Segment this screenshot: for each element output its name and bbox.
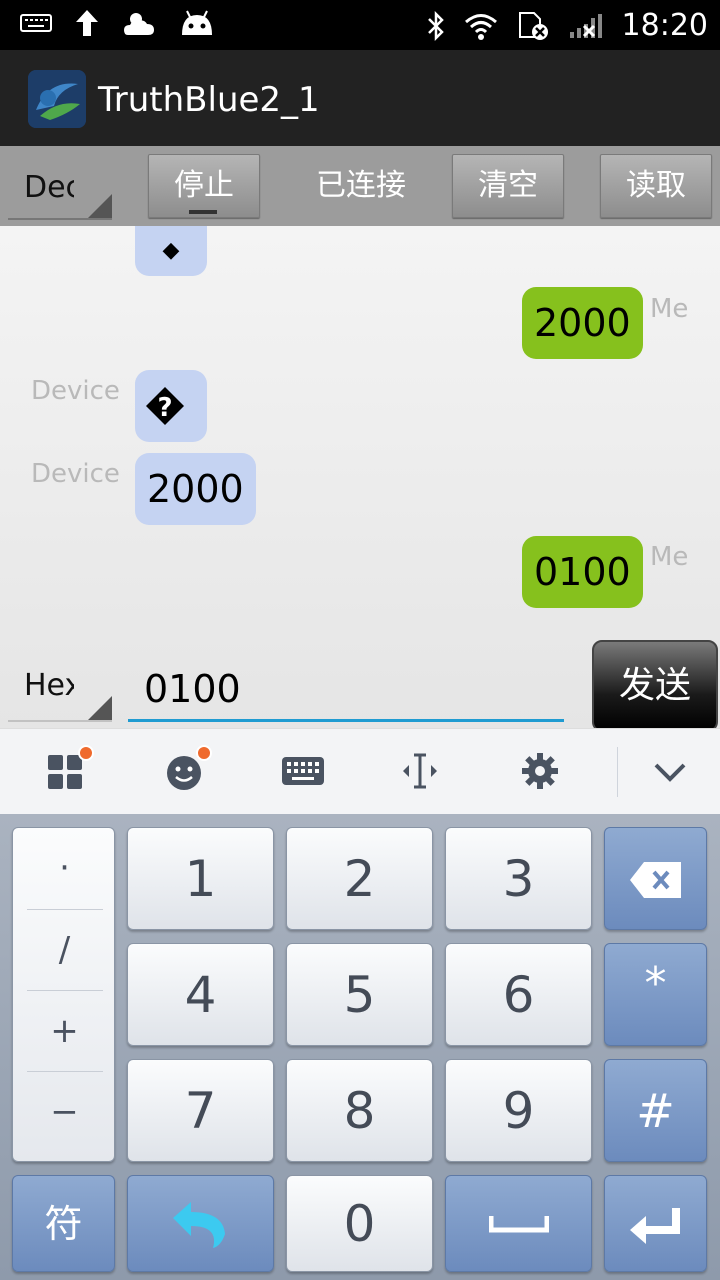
read-button[interactable]: 读取: [600, 154, 712, 218]
message-bubble-me: 2000: [522, 287, 643, 359]
clear-button[interactable]: 清空: [452, 154, 564, 218]
message-bubble-me: 0100: [522, 536, 643, 608]
space-icon: [488, 1216, 549, 1233]
mode-spinner[interactable]: Dec: [0, 146, 112, 220]
symbols-key[interactable]: 符: [12, 1175, 115, 1272]
key-star[interactable]: *: [604, 943, 707, 1046]
upload-icon: [74, 8, 100, 38]
format-spinner[interactable]: Hex: [0, 646, 112, 722]
divider: [617, 747, 618, 797]
notification-dot: [78, 745, 94, 761]
message-bubble-device: ?: [135, 370, 207, 442]
key-3[interactable]: 3: [445, 827, 592, 930]
unknown-char-icon: ?: [146, 387, 184, 425]
numeric-keyboard: · / + − 1 2 3 4 5 6 * 7 8 9 # 符 0: [0, 814, 720, 1280]
undo-key[interactable]: [127, 1175, 274, 1272]
toolbar: Dec 停止 已连接 清空 读取: [0, 146, 720, 226]
app-logo-icon: [28, 70, 86, 128]
wifi-icon: [464, 12, 498, 40]
notification-dot: [196, 745, 212, 761]
dropdown-arrow-icon: [86, 696, 112, 722]
input-row: Hex 发送: [0, 636, 720, 732]
enter-key[interactable]: [604, 1175, 707, 1272]
sim-icon: [516, 11, 550, 41]
clock: 18:20: [621, 8, 708, 43]
status-bar: 18:20: [0, 0, 720, 50]
key-0[interactable]: 0: [286, 1175, 433, 1272]
pressed-indicator: [189, 210, 217, 214]
key-2[interactable]: 2: [286, 827, 433, 930]
signal-icon: [568, 12, 604, 40]
key-hash[interactable]: #: [604, 1059, 707, 1162]
sender-label: Device: [31, 376, 120, 406]
key-8[interactable]: 8: [286, 1059, 433, 1162]
keyboard-icon[interactable]: [280, 751, 326, 791]
key-5[interactable]: 5: [286, 943, 433, 1046]
android-icon: [178, 9, 216, 37]
key-4[interactable]: 4: [127, 943, 274, 1046]
sender-label: Me: [650, 542, 689, 572]
sender-label: Me: [650, 294, 689, 324]
undo-icon: [172, 1202, 225, 1248]
backspace-key[interactable]: [604, 827, 707, 930]
keyboard-icon: [20, 12, 52, 34]
connection-status: 已连接: [316, 168, 406, 203]
key-dot[interactable]: ·: [13, 828, 116, 908]
symbol-column[interactable]: · / + −: [12, 827, 115, 1162]
key-6[interactable]: 6: [445, 943, 592, 1046]
key-1[interactable]: 1: [127, 827, 274, 930]
action-bar: TruthBlue2_1: [0, 50, 720, 146]
svg-text:?: ?: [157, 393, 172, 423]
backspace-icon: [629, 862, 681, 898]
dropdown-arrow-icon: [86, 194, 112, 220]
stop-button[interactable]: 停止: [148, 154, 260, 218]
enter-icon: [629, 1208, 680, 1244]
message-input[interactable]: [128, 658, 564, 722]
key-9[interactable]: 9: [445, 1059, 592, 1162]
format-spinner-value: Hex: [24, 668, 74, 703]
cursor-icon[interactable]: [400, 751, 440, 791]
bluetooth-icon: [426, 10, 446, 41]
key-slash[interactable]: /: [13, 910, 116, 990]
sender-label: Device: [31, 459, 120, 489]
mode-spinner-value: Dec: [24, 170, 74, 205]
ime-toolbar: [0, 728, 720, 814]
key-7[interactable]: 7: [127, 1059, 274, 1162]
space-key[interactable]: [445, 1175, 592, 1272]
settings-icon[interactable]: [520, 751, 560, 791]
send-button[interactable]: 发送: [592, 640, 718, 732]
key-minus[interactable]: −: [13, 1072, 116, 1152]
key-plus[interactable]: +: [13, 991, 116, 1071]
weather-icon: [122, 9, 156, 37]
chevron-down-icon[interactable]: [650, 751, 690, 791]
message-bubble-device: 2000: [135, 453, 256, 525]
message-bubble-device: ◆: [135, 226, 207, 276]
app-title: TruthBlue2_1: [98, 80, 320, 120]
